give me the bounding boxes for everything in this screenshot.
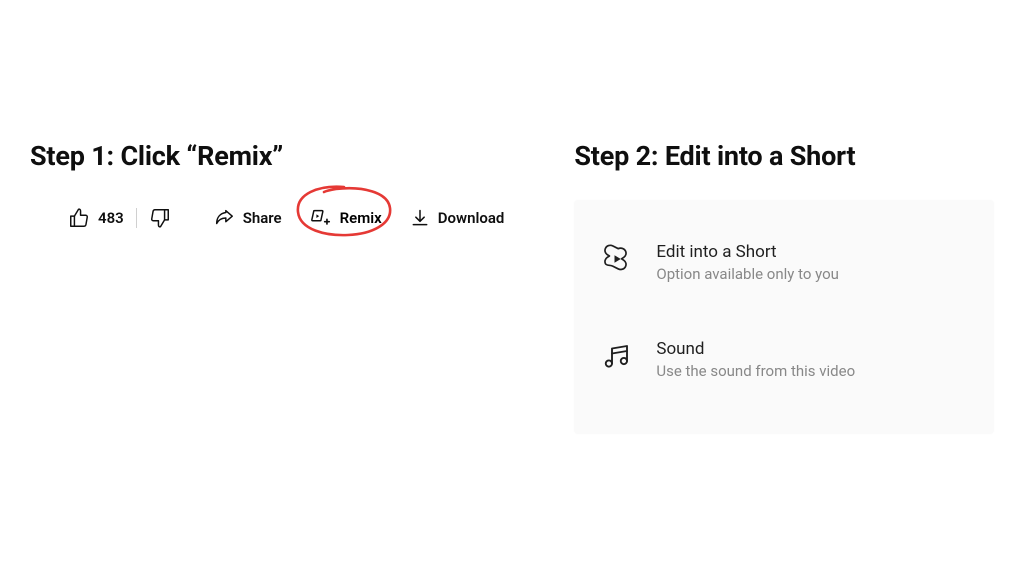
share-label: Share: [243, 209, 282, 227]
download-icon: [410, 208, 430, 228]
remix-button[interactable]: Remix: [300, 200, 392, 236]
thumbs-down-icon: [149, 207, 171, 229]
step1-heading: Step 1: Click “Remix”: [30, 140, 514, 172]
option-title: Sound: [656, 339, 855, 359]
option-subtitle: Option available only to you: [656, 265, 839, 283]
option-text: Sound Use the sound from this video: [656, 339, 855, 380]
step2-heading: Step 2: Edit into a Short: [574, 140, 994, 172]
divider: [136, 208, 137, 228]
step1-column: Step 1: Click “Remix” 483: [30, 140, 514, 576]
option-subtitle: Use the sound from this video: [656, 362, 855, 380]
step2-column: Step 2: Edit into a Short Edit into a Sh…: [574, 140, 994, 576]
like-count: 483: [98, 209, 124, 227]
edit-into-short-option[interactable]: Edit into a Short Option available only …: [602, 228, 966, 297]
share-button[interactable]: Share: [203, 200, 292, 236]
option-text: Edit into a Short Option available only …: [656, 242, 839, 283]
option-title: Edit into a Short: [656, 242, 839, 262]
dislike-button[interactable]: [139, 200, 181, 236]
remix-label: Remix: [340, 209, 382, 227]
remix-icon: [310, 207, 332, 229]
remix-options-panel: Edit into a Short Option available only …: [574, 200, 994, 434]
download-label: Download: [438, 209, 505, 227]
thumbs-up-icon: [68, 207, 90, 229]
shorts-icon: [602, 244, 632, 274]
sound-option[interactable]: Sound Use the sound from this video: [602, 325, 966, 394]
share-icon: [213, 207, 235, 229]
video-action-bar: 483 Share: [30, 200, 514, 236]
like-button[interactable]: 483: [58, 200, 134, 236]
music-note-icon: [602, 341, 632, 371]
download-button[interactable]: Download: [400, 200, 515, 236]
